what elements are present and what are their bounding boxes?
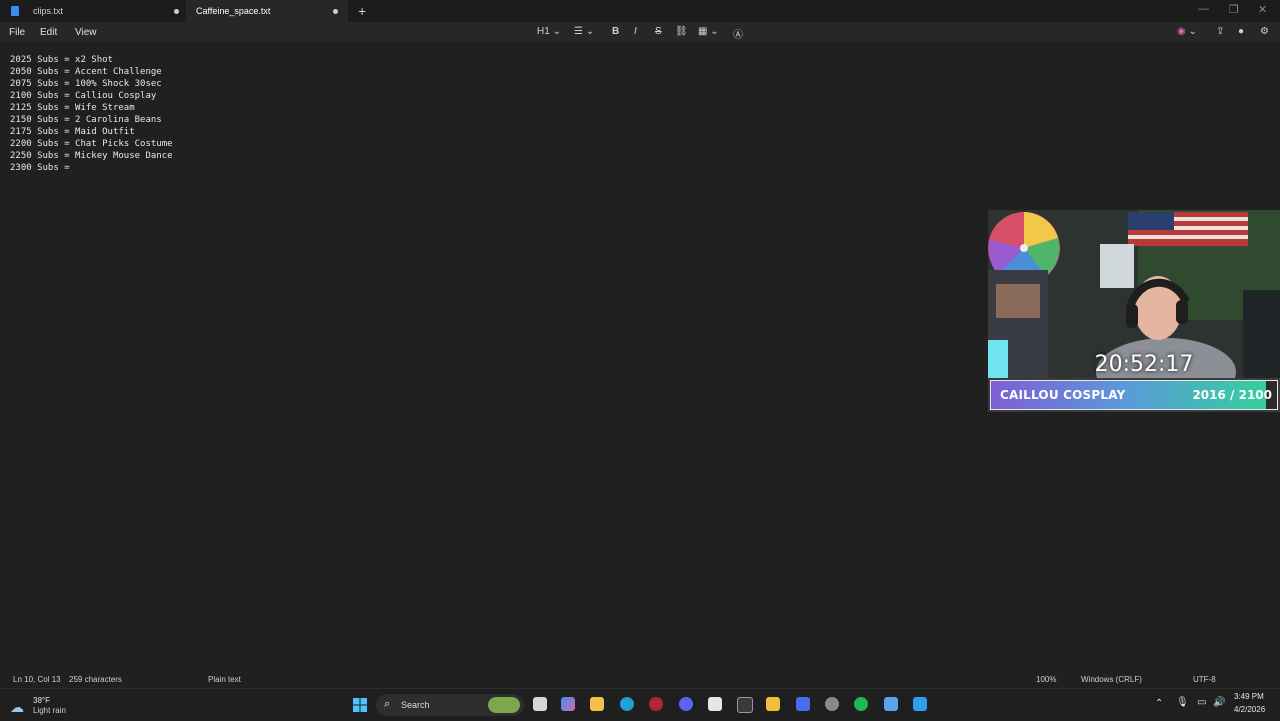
bold-button[interactable]: B bbox=[612, 26, 619, 37]
unsaved-dot-icon bbox=[174, 9, 179, 14]
volume-icon[interactable]: 🔊 bbox=[1213, 697, 1225, 708]
bold-icon: B bbox=[612, 26, 620, 37]
webcam-overlay: 20:52:17 bbox=[988, 210, 1280, 378]
minimize-button[interactable]: — bbox=[1198, 3, 1209, 15]
document-line: 2200 Subs = Chat Picks Costume bbox=[10, 139, 173, 149]
clear-formatting-button[interactable]: Ⓐ bbox=[733, 26, 743, 41]
tab-label: clips.txt bbox=[33, 6, 64, 16]
character-count: 259 characters bbox=[69, 675, 122, 684]
table-button[interactable]: ▦ ⌄ bbox=[698, 26, 719, 37]
document-line: 2050 Subs = Accent Challenge bbox=[10, 67, 162, 77]
document-line: 2300 Subs = bbox=[10, 163, 76, 173]
account-button[interactable]: ● bbox=[1238, 26, 1244, 37]
document-line: 2025 Subs = x2 Shot bbox=[10, 55, 113, 65]
status-bar: Ln 10, Col 13 259 characters Plain text … bbox=[0, 670, 1280, 688]
app-icon[interactable] bbox=[766, 697, 780, 711]
menu-file[interactable]: File bbox=[9, 27, 25, 38]
chevron-down-icon: ⌄ bbox=[710, 26, 719, 37]
copilot-app-icon[interactable] bbox=[561, 697, 575, 711]
weather-desc: Light rain bbox=[33, 706, 66, 715]
line-ending[interactable]: Windows (CRLF) bbox=[1081, 675, 1142, 684]
tab-label: Caffeine_space.txt bbox=[196, 6, 271, 16]
strikethrough-button[interactable]: S bbox=[655, 26, 662, 37]
gear-icon: ⚙ bbox=[1260, 26, 1269, 37]
zoom-level[interactable]: 100% bbox=[1036, 675, 1056, 684]
close-window-button[interactable]: ✕ bbox=[1258, 3, 1267, 16]
title-bar: clips.txt Caffeine_space.txt + — ❐ ✕ bbox=[0, 0, 1280, 22]
app-icon[interactable] bbox=[796, 697, 810, 711]
clear-formatting-icon: Ⓐ bbox=[733, 30, 743, 41]
discord-icon[interactable] bbox=[679, 697, 693, 711]
chevron-down-icon: ⌄ bbox=[1188, 26, 1197, 37]
italic-button[interactable]: I bbox=[634, 26, 637, 37]
copilot-icon: ◉ bbox=[1177, 26, 1186, 37]
link-icon: ⛓ bbox=[675, 26, 688, 37]
strikethrough-icon: S bbox=[655, 26, 662, 37]
copilot-button[interactable]: ◉ ⌄ bbox=[1177, 26, 1197, 37]
opera-icon[interactable] bbox=[649, 697, 663, 711]
store-icon[interactable] bbox=[708, 697, 722, 711]
encoding[interactable]: UTF-8 bbox=[1193, 675, 1216, 684]
goal-bar-frame: CAILLOU COSPLAY 2016 / 2100 bbox=[990, 380, 1278, 410]
edge-icon[interactable] bbox=[620, 697, 634, 711]
share-icon: ⇪ bbox=[1216, 26, 1225, 37]
heading-label: H1 bbox=[537, 26, 550, 37]
file-explorer-icon[interactable] bbox=[590, 697, 604, 711]
document-line: 2175 Subs = Maid Outfit bbox=[10, 127, 135, 137]
document-line: 2125 Subs = Wife Stream bbox=[10, 103, 135, 113]
list-icon: ☰ bbox=[574, 26, 583, 37]
spotify-icon[interactable] bbox=[854, 697, 868, 711]
sub-goal-bar: CAILLOU COSPLAY 2016 / 2100 bbox=[988, 378, 1280, 412]
new-tab-button[interactable]: + bbox=[358, 3, 366, 19]
rain-cloud-icon: ☁ bbox=[10, 699, 24, 715]
account-icon: ● bbox=[1238, 26, 1245, 37]
text-format[interactable]: Plain text bbox=[208, 675, 241, 684]
windows-icon bbox=[353, 698, 367, 712]
obs-icon[interactable] bbox=[825, 697, 839, 711]
list-button[interactable]: ☰ ⌄ bbox=[574, 26, 594, 37]
tab-clips[interactable]: clips.txt bbox=[0, 0, 186, 22]
network-icon[interactable]: ▭ bbox=[1197, 697, 1206, 708]
notepad-icon bbox=[11, 6, 19, 16]
cursor-position[interactable]: Ln 10, Col 13 bbox=[13, 675, 61, 684]
microphone-icon[interactable]: 🎙 bbox=[1176, 697, 1189, 708]
share-button[interactable]: ⇪ bbox=[1216, 26, 1224, 37]
chevron-down-icon: ⌄ bbox=[552, 26, 561, 37]
menu-view[interactable]: View bbox=[75, 27, 97, 38]
link-button[interactable]: ⛓ bbox=[675, 26, 688, 37]
clock-date[interactable]: 4/2/2026 bbox=[1234, 705, 1265, 714]
goal-count: 2016 / 2100 bbox=[1192, 388, 1272, 402]
stream-timer: 20:52:17 bbox=[1094, 352, 1194, 377]
excel-icon[interactable] bbox=[737, 697, 753, 713]
weather-temp: 38°F bbox=[33, 696, 50, 705]
chevron-down-icon: ⌄ bbox=[585, 26, 595, 37]
app-icon[interactable] bbox=[913, 697, 927, 711]
document-line: 2075 Subs = 100% Shock 30sec bbox=[10, 79, 162, 89]
task-view-icon[interactable] bbox=[533, 697, 547, 711]
settings-button[interactable]: ⚙ bbox=[1260, 26, 1269, 37]
search-highlight-icon bbox=[488, 697, 520, 713]
document-line: 2250 Subs = Mickey Mouse Dance bbox=[10, 151, 173, 161]
flag-icon bbox=[1128, 212, 1248, 246]
document-line: 2150 Subs = 2 Carolina Beans bbox=[10, 115, 162, 125]
italic-icon: I bbox=[634, 26, 637, 37]
search-icon: ⌕ bbox=[384, 698, 391, 710]
search-label: Search bbox=[401, 700, 430, 710]
clock-time[interactable]: 3:49 PM bbox=[1234, 692, 1264, 701]
document-line: 2100 Subs = Calliou Cosplay bbox=[10, 91, 157, 101]
chevron-up-icon[interactable]: ⌃ bbox=[1155, 698, 1163, 709]
heading-dropdown[interactable]: H1 ⌄ bbox=[537, 26, 561, 37]
notepad-icon[interactable] bbox=[884, 697, 898, 711]
maximize-button[interactable]: ❐ bbox=[1229, 3, 1239, 16]
table-icon: ▦ bbox=[698, 26, 708, 37]
taskbar-search[interactable]: ⌕ Search bbox=[376, 694, 524, 716]
menu-bar: File Edit View H1 ⌄ ☰ ⌄ B I S ⛓ ▦ ⌄ Ⓐ ◉ … bbox=[0, 22, 1280, 42]
goal-label: CAILLOU COSPLAY bbox=[1000, 388, 1126, 402]
menu-edit[interactable]: Edit bbox=[40, 27, 57, 38]
start-button[interactable] bbox=[353, 698, 367, 712]
taskbar: ☁ 38°F Light rain ⌕ Search ⌃ 🎙 ▭ 🔊 3:49 … bbox=[0, 688, 1280, 721]
tab-caffeine-space[interactable]: Caffeine_space.txt bbox=[186, 0, 348, 22]
unsaved-dot-icon bbox=[333, 9, 338, 14]
